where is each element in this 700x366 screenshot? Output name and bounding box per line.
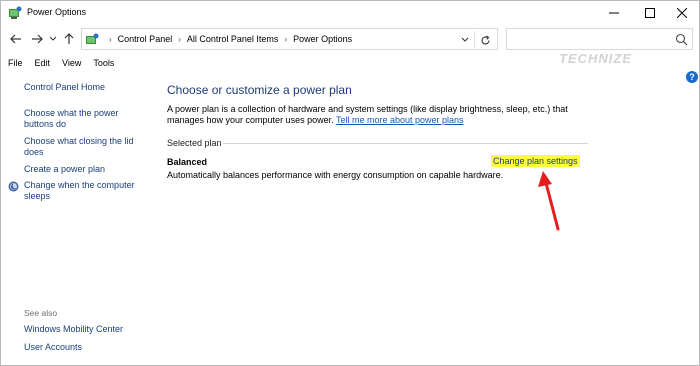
up-arrow-icon — [64, 33, 74, 44]
sidebar-item-power-buttons[interactable]: Choose what the power buttons do — [24, 108, 142, 130]
sidebar-item-computer-sleeps[interactable]: Change when the computer sleeps — [24, 180, 142, 202]
menu-view[interactable]: View — [55, 55, 86, 71]
forward-button[interactable] — [30, 32, 44, 46]
menu-bar: File Edit View Tools — [1, 55, 119, 71]
power-options-icon — [9, 6, 22, 19]
annotation-arrow-icon — [538, 171, 560, 231]
window-title: Power Options — [27, 7, 87, 17]
close-button[interactable] — [665, 1, 699, 25]
close-icon — [677, 8, 687, 18]
menu-edit[interactable]: Edit — [28, 55, 56, 71]
address-dropdown-button[interactable] — [459, 33, 471, 47]
sidebar-item-user-accounts[interactable]: User Accounts — [24, 342, 142, 353]
up-button[interactable] — [62, 32, 76, 46]
learn-more-link[interactable]: Tell me more about power plans — [336, 115, 464, 125]
left-pane: Control Panel Home Choose what the power… — [1, 73, 151, 365]
minimize-icon — [609, 12, 619, 14]
control-panel-icon — [86, 33, 99, 44]
chevron-down-icon — [461, 37, 469, 42]
search-box[interactable] — [506, 28, 693, 50]
page-description: A power plan is a collection of hardware… — [167, 104, 587, 126]
recent-locations-button[interactable] — [46, 32, 60, 46]
refresh-icon — [481, 35, 490, 44]
sidebar-item-closing-lid[interactable]: Choose what closing the lid does — [24, 136, 142, 158]
watermark-logo: TECHNIZE — [559, 51, 632, 66]
chevron-down-icon — [49, 36, 57, 41]
plan-description: Automatically balances performance with … — [167, 170, 504, 180]
page-title: Choose or customize a power plan — [167, 83, 352, 97]
help-icon[interactable]: ? — [686, 71, 698, 83]
maximize-icon — [645, 8, 655, 18]
forward-arrow-icon — [32, 34, 43, 44]
plan-name: Balanced — [167, 157, 208, 167]
navigation-bar: › Control Panel › All Control Panel Item… — [1, 26, 699, 66]
sidebar-item-mobility-center[interactable]: Windows Mobility Center — [24, 324, 142, 335]
breadcrumb-control-panel[interactable]: Control Panel — [118, 34, 173, 44]
title-bar: Power Options — [1, 1, 699, 25]
maximize-button[interactable] — [633, 1, 667, 25]
menu-file[interactable]: File — [1, 55, 28, 71]
back-button[interactable] — [9, 32, 23, 46]
search-icon[interactable] — [675, 33, 688, 46]
moon-shield-icon — [8, 181, 19, 192]
chevron-right-icon: › — [109, 34, 112, 44]
see-also-heading: See also — [24, 308, 58, 318]
change-plan-settings-link[interactable]: Change plan settings — [491, 155, 580, 167]
breadcrumb: › Control Panel › All Control Panel Item… — [103, 34, 352, 44]
chevron-right-icon[interactable]: › — [178, 35, 181, 44]
minimize-button[interactable] — [597, 1, 631, 25]
section-divider — [223, 143, 588, 144]
chevron-right-icon[interactable]: › — [284, 35, 287, 44]
power-options-window: Power Options › Control Panel › All Cont… — [0, 0, 700, 366]
back-arrow-icon — [10, 34, 21, 44]
refresh-button[interactable] — [474, 31, 496, 49]
sidebar-item-control-panel-home[interactable]: Control Panel Home — [24, 82, 142, 93]
address-bar[interactable]: › Control Panel › All Control Panel Item… — [81, 28, 498, 50]
menu-tools[interactable]: Tools — [86, 55, 119, 71]
breadcrumb-power-options[interactable]: Power Options — [293, 34, 352, 44]
sidebar-item-create-plan[interactable]: Create a power plan — [24, 164, 142, 175]
breadcrumb-all-items[interactable]: All Control Panel Items — [187, 34, 279, 44]
selected-plan-heading: Selected plan — [167, 138, 222, 148]
